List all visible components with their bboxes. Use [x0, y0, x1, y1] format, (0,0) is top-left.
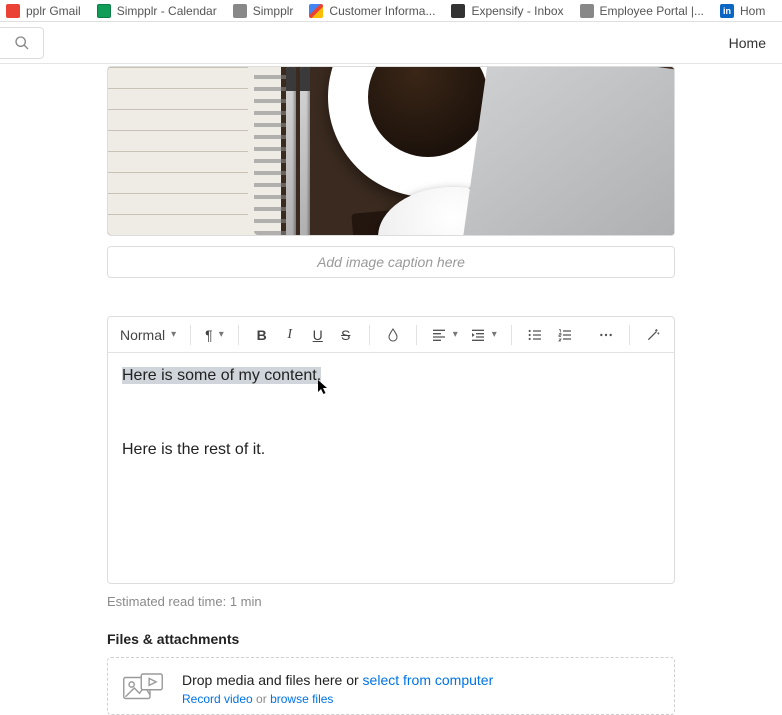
bold-button[interactable]: B	[249, 322, 275, 348]
or-text: or	[253, 692, 270, 706]
browse-files-link[interactable]: browse files	[270, 692, 333, 706]
toolbar-separator	[238, 325, 239, 345]
linkedin-icon: in	[720, 4, 734, 18]
editor-toolbar: Normal ▾ ¶ ▾ B I U S ▾	[108, 317, 674, 353]
align-left-icon	[431, 327, 447, 343]
app-icon	[233, 4, 247, 18]
content-column: Add image caption here Normal ▾ ¶ ▾ B I …	[107, 66, 675, 715]
attachments-dropzone[interactable]: Drop media and files here or select from…	[107, 657, 675, 715]
drop-prefix: Drop media and files here or	[182, 672, 363, 688]
bookmark-portal[interactable]: Employee Portal |...	[580, 4, 705, 18]
bookmark-label: pplr Gmail	[26, 4, 81, 18]
style-select[interactable]: Normal ▾	[116, 327, 180, 343]
bookmark-label: Customer Informa...	[329, 4, 435, 18]
more-button[interactable]	[593, 322, 619, 348]
chevron-down-icon: ▾	[453, 329, 458, 340]
chevron-down-icon: ▾	[492, 329, 497, 340]
search-button[interactable]	[0, 27, 44, 59]
toolbar-separator	[190, 325, 191, 345]
image-caption-placeholder: Add image caption here	[317, 254, 465, 270]
rich-text-editor: Normal ▾ ¶ ▾ B I U S ▾	[107, 316, 675, 584]
strikethrough-button[interactable]: S	[333, 322, 359, 348]
browser-bookmark-bar: pplr Gmail Simpplr - Calendar Simpplr Cu…	[0, 0, 782, 22]
more-horizontal-icon	[598, 327, 614, 343]
bookmark-label: Expensify - Inbox	[471, 4, 563, 18]
bullet-list-icon	[527, 327, 543, 343]
wand-icon	[645, 327, 661, 343]
numbered-list-icon	[557, 327, 573, 343]
bookmark-expensify[interactable]: Expensify - Inbox	[451, 4, 563, 18]
bookmark-calendar[interactable]: Simpplr - Calendar	[97, 4, 217, 18]
mail-icon	[6, 4, 20, 18]
paragraph-menu[interactable]: ¶ ▾	[201, 327, 228, 343]
indent-menu[interactable]: ▾	[466, 327, 501, 343]
attachments-heading: Files & attachments	[107, 631, 675, 647]
cover-image[interactable]	[107, 66, 675, 236]
doc-icon	[309, 4, 323, 18]
numbered-list-button[interactable]	[552, 322, 578, 348]
bookmark-customer[interactable]: Customer Informa...	[309, 4, 435, 18]
align-menu[interactable]: ▾	[427, 327, 462, 343]
bookmark-label: Simpplr - Calendar	[117, 4, 217, 18]
editor-line-1: Here is some of my content.	[122, 367, 321, 384]
cover-image-graphic	[108, 67, 674, 235]
media-upload-icon	[122, 672, 164, 704]
pilcrow-icon: ¶	[205, 327, 213, 343]
portal-icon	[580, 4, 594, 18]
chevron-down-icon: ▾	[219, 329, 224, 340]
color-button[interactable]	[380, 322, 406, 348]
drop-icon	[385, 327, 401, 343]
chevron-down-icon: ▾	[171, 329, 176, 340]
bookmark-simpplr[interactable]: Simpplr	[233, 4, 294, 18]
image-caption-input[interactable]: Add image caption here	[107, 246, 675, 278]
bookmark-label: Hom	[740, 4, 765, 18]
bookmark-linkedin[interactable]: in Hom	[720, 4, 765, 18]
toolbar-separator	[416, 325, 417, 345]
attachments-text: Drop media and files here or select from…	[182, 672, 493, 706]
bookmark-label: Simpplr	[253, 4, 294, 18]
toolbar-separator	[629, 325, 630, 345]
underline-button[interactable]: U	[305, 322, 331, 348]
bullet-list-button[interactable]	[522, 322, 548, 348]
expense-icon	[451, 4, 465, 18]
toolbar-separator	[369, 325, 370, 345]
search-icon	[14, 35, 30, 51]
toolbar-separator	[511, 325, 512, 345]
italic-button[interactable]: I	[277, 322, 303, 348]
editor-line-2: Here is the rest of it.	[122, 439, 660, 461]
style-select-label: Normal	[120, 327, 165, 343]
calendar-icon	[97, 4, 111, 18]
indent-icon	[470, 327, 486, 343]
select-from-computer-link[interactable]: select from computer	[363, 672, 494, 688]
bookmark-gmail[interactable]: pplr Gmail	[6, 4, 81, 18]
nav-home[interactable]: Home	[729, 35, 766, 51]
editor-body[interactable]: Here is some of my content. Here is the …	[108, 353, 674, 583]
record-video-link[interactable]: Record video	[182, 692, 253, 706]
app-bar: Home	[0, 22, 782, 64]
bookmark-label: Employee Portal |...	[600, 4, 705, 18]
read-time-label: Estimated read time: 1 min	[107, 594, 675, 609]
magic-button[interactable]	[640, 322, 666, 348]
